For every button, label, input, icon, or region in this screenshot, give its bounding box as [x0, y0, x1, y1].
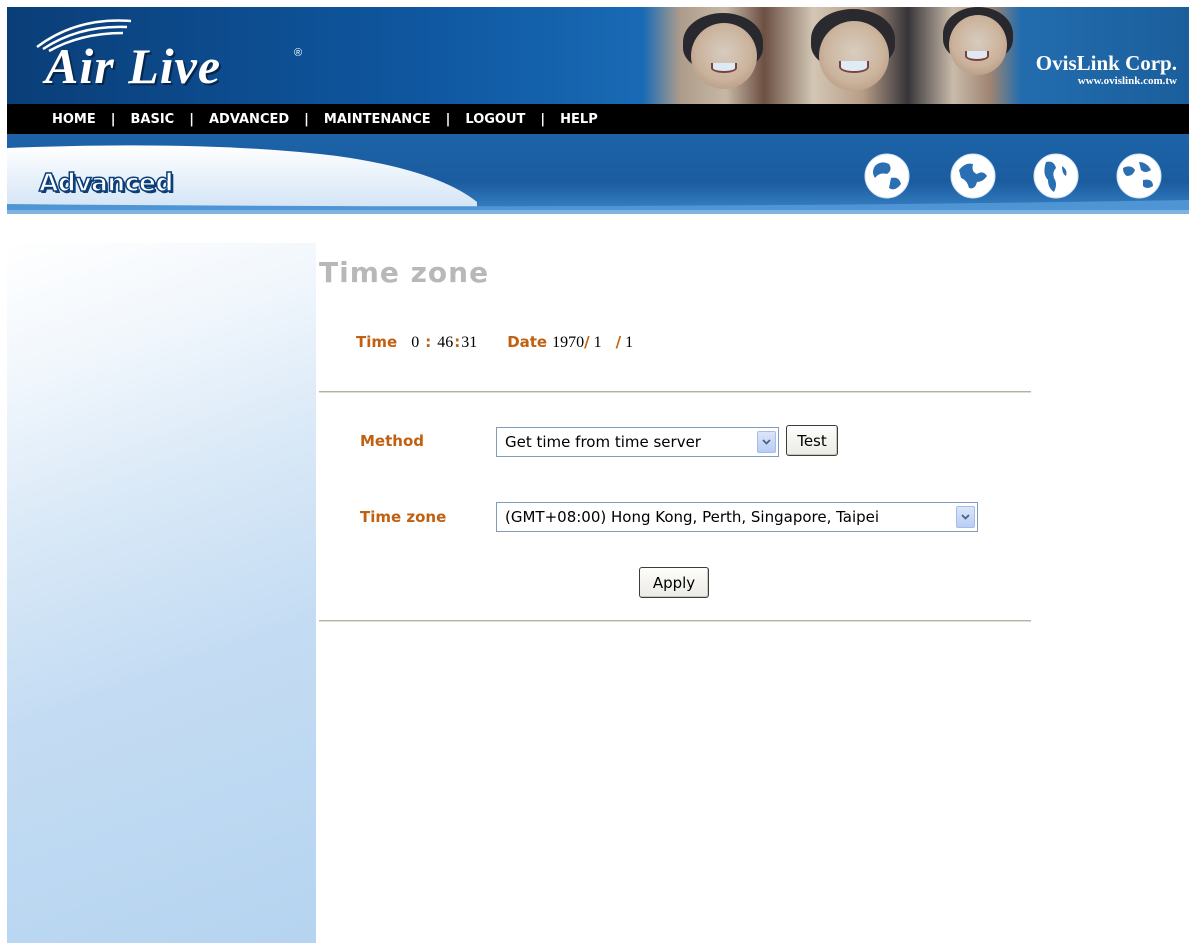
timezone-select[interactable]: (GMT+08:00) Hong Kong, Perth, Singapore,…	[496, 502, 978, 532]
time-separator: :	[454, 333, 461, 351]
section-title: Advanced	[38, 167, 174, 198]
test-button[interactable]: Test	[786, 425, 838, 456]
globe-icon	[1033, 153, 1079, 199]
globe-icon	[864, 153, 910, 199]
nav-separator: |	[445, 111, 451, 127]
nav-separator: |	[189, 111, 194, 127]
page-title: Time zone	[319, 256, 490, 289]
nav-separator: |	[304, 111, 309, 127]
date-month: 1	[593, 334, 602, 351]
section-banner: Advanced	[7, 134, 1189, 214]
nav-maintenance[interactable]: MAINTENANCE	[324, 112, 431, 127]
divider-top	[319, 391, 1031, 393]
divider-bottom	[319, 620, 1031, 622]
date-day: 1	[625, 334, 634, 351]
corp-url: www.ovislink.com.tw	[1077, 75, 1177, 87]
time-hour: 0	[411, 334, 420, 351]
current-datetime: Time 0 : 46 : 31 Date 1970 / 1 / 1	[356, 333, 633, 352]
globe-icon	[1116, 153, 1162, 199]
corp-name: OvisLink Corp.	[1035, 51, 1177, 75]
left-sidebar-panel	[7, 243, 316, 943]
timezone-select-value: (GMT+08:00) Hong Kong, Perth, Singapore,…	[505, 508, 880, 526]
timezone-label: Time zone	[360, 508, 447, 526]
airlive-logo: Air Live	[45, 38, 222, 94]
nav-separator: |	[540, 111, 546, 127]
chevron-down-icon[interactable]	[956, 506, 975, 528]
method-select[interactable]: Get time from time server	[496, 427, 779, 457]
method-select-value: Get time from time server	[505, 433, 701, 451]
date-separator: /	[615, 333, 622, 351]
time-minute: 46	[437, 334, 454, 351]
globe-icon	[950, 153, 996, 199]
registered-mark: ®	[294, 47, 303, 59]
nav-advanced[interactable]: ADVANCED	[209, 112, 289, 127]
date-year: 1970	[552, 334, 585, 351]
kids-photo	[643, 7, 1021, 104]
nav-logout[interactable]: LOGOUT	[465, 112, 525, 127]
method-label: Method	[360, 432, 424, 450]
top-nav: HOME | BASIC | ADVANCED | MAINTENANCE | …	[7, 104, 1189, 134]
date-label: Date	[507, 333, 548, 351]
nav-help[interactable]: HELP	[560, 112, 598, 127]
date-separator: /	[584, 333, 590, 351]
apply-button[interactable]: Apply	[639, 567, 709, 598]
chevron-down-icon[interactable]	[757, 431, 776, 453]
time-second: 31	[461, 334, 478, 351]
time-separator: :	[425, 333, 432, 351]
banner-wave	[7, 145, 1189, 214]
nav-basic[interactable]: BASIC	[131, 112, 175, 127]
time-label: Time	[356, 333, 398, 351]
nav-separator: |	[110, 111, 116, 127]
header-banner: Air Live ® OvisLink Corp. www.ovislink.c…	[7, 7, 1189, 104]
nav-home[interactable]: HOME	[52, 112, 96, 127]
